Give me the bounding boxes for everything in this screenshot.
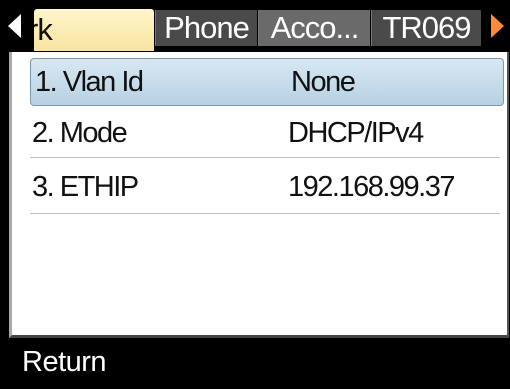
list-item-label: 2. Mode	[32, 117, 128, 149]
tab-network[interactable]: rk	[34, 9, 154, 51]
settings-panel: 1. Vlan Id None 2. Mode DHCP/IPv4 3. ETH…	[9, 52, 509, 338]
list-item-value: None	[291, 66, 356, 98]
row-divider	[30, 213, 500, 214]
list-item-value: DHCP/IPv4	[288, 117, 424, 149]
return-button[interactable]: Return	[22, 346, 107, 379]
list-item-mode[interactable]: 2. Mode DHCP/IPv4	[28, 110, 498, 156]
arrow-right-icon[interactable]	[491, 14, 504, 38]
list-item-label: 3. ETHIP	[32, 171, 139, 203]
tab-phone[interactable]: Phone	[155, 10, 257, 46]
tab-account[interactable]: Acco...	[258, 10, 370, 46]
row-divider	[30, 157, 500, 158]
list-item-label: 1. Vlan Id	[35, 66, 144, 98]
tab-tr069[interactable]: TR069	[371, 10, 481, 46]
arrow-left-icon[interactable]	[8, 14, 21, 38]
list-item-ethip[interactable]: 3. ETHIP 192.168.99.37	[28, 164, 498, 210]
softkey-bar: Return	[0, 338, 510, 389]
list-item-value: 192.168.99.37	[288, 171, 455, 203]
list-item-vlan-id[interactable]: 1. Vlan Id None	[30, 58, 504, 106]
tab-bar: rk Phone Acco... TR069	[0, 0, 510, 55]
